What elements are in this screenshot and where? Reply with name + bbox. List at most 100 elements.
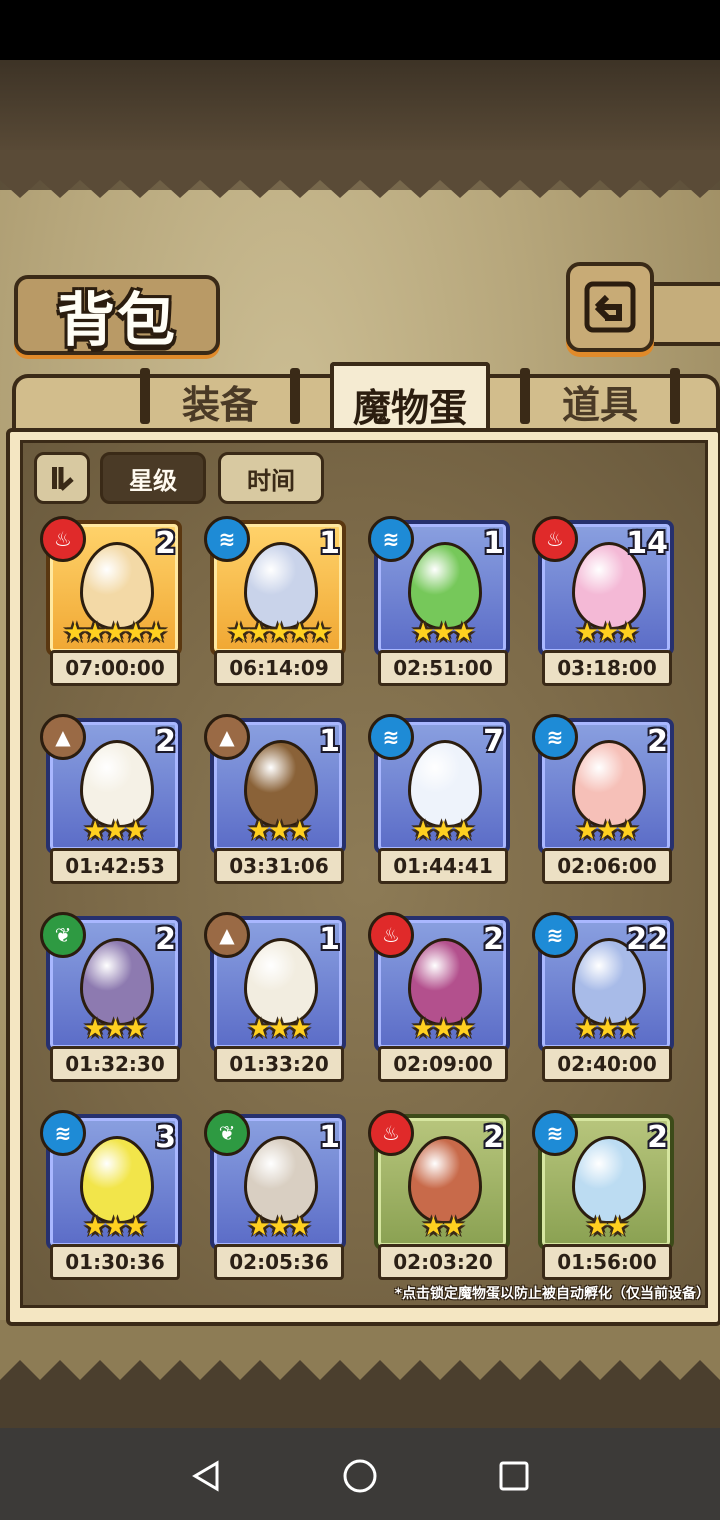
star-rating: ★★★ bbox=[374, 816, 510, 846]
egg-card[interactable]: ▲ 1 ★★★ 03:31:06 bbox=[204, 714, 346, 884]
egg-count: 22 bbox=[626, 922, 668, 957]
tab-separator bbox=[670, 368, 680, 424]
hatch-timer: 02:51:00 bbox=[378, 650, 508, 686]
egg-card[interactable]: ≋ 2 ★★★ 02:06:00 bbox=[532, 714, 674, 884]
star-icon: ★ bbox=[124, 816, 147, 846]
star-icon: ★ bbox=[616, 618, 639, 648]
hatch-timer: 02:06:00 bbox=[542, 848, 672, 884]
egg-count: 2 bbox=[483, 922, 504, 957]
status-bar bbox=[0, 0, 720, 60]
hatch-timer: 06:14:09 bbox=[214, 650, 344, 686]
egg-card[interactable]: ❦ 1 ★★★ 02:05:36 bbox=[204, 1110, 346, 1280]
star-icon: ★ bbox=[606, 1212, 629, 1242]
egg-card[interactable]: ♨ 2 ★★ 02:03:20 bbox=[368, 1110, 510, 1280]
grass-element-icon: ❦ bbox=[40, 912, 86, 958]
star-icon: ★ bbox=[247, 816, 271, 846]
nav-recents-button[interactable] bbox=[494, 1456, 534, 1496]
hatch-timer: 01:30:36 bbox=[50, 1244, 180, 1280]
egg-card[interactable]: ≋ 2 ★★ 01:56:00 bbox=[532, 1110, 674, 1280]
earth-element-icon: ▲ bbox=[204, 912, 250, 958]
egg-card[interactable]: ≋ 3 ★★★ 01:30:36 bbox=[40, 1110, 182, 1280]
sort-by-star-button[interactable]: 星级 bbox=[100, 452, 206, 504]
egg-count: 1 bbox=[319, 922, 340, 957]
lock-hint: *点击锁定魔物蛋以防止被自动孵化（仅当前设备） bbox=[394, 1286, 710, 1302]
egg-card[interactable]: ≋ 1 ★★★ 02:51:00 bbox=[368, 516, 510, 686]
star-icon: ★ bbox=[585, 1212, 609, 1242]
egg-card[interactable]: ♨ 2 ★★★ 02:09:00 bbox=[368, 912, 510, 1082]
tab-separator bbox=[520, 368, 530, 424]
star-icon: ★ bbox=[124, 1212, 147, 1242]
nav-back-button[interactable] bbox=[186, 1456, 226, 1496]
nav-home-button[interactable] bbox=[340, 1456, 380, 1496]
star-rating: ★★★ bbox=[210, 1212, 346, 1242]
egg-card[interactable]: ≋ 22 ★★★ 02:40:00 bbox=[532, 912, 674, 1082]
egg-count: 14 bbox=[626, 526, 668, 561]
star-rating: ★★★ bbox=[374, 1014, 510, 1044]
star-rating: ★★★ bbox=[538, 618, 674, 648]
fire-element-icon: ♨ bbox=[368, 1110, 414, 1156]
star-icon: ★ bbox=[452, 618, 475, 648]
star-icon: ★ bbox=[103, 1014, 127, 1044]
earth-element-icon: ▲ bbox=[40, 714, 86, 760]
recents-square-icon bbox=[499, 1461, 529, 1491]
fire-element-icon: ♨ bbox=[532, 516, 578, 562]
page-title: 背包 bbox=[56, 286, 177, 354]
star-icon: ★ bbox=[595, 1014, 619, 1044]
star-icon: ★ bbox=[267, 1014, 291, 1044]
star-icon: ★ bbox=[421, 1212, 445, 1242]
star-icon: ★ bbox=[83, 618, 107, 648]
star-rating: ★★ bbox=[374, 1212, 510, 1242]
sort-order-button[interactable] bbox=[34, 452, 90, 504]
egg-card[interactable]: ≋ 7 ★★★ 01:44:41 bbox=[368, 714, 510, 884]
star-icon: ★ bbox=[267, 1212, 291, 1242]
star-rating: ★★★ bbox=[538, 1014, 674, 1044]
egg-card[interactable]: ≋ 1 ★★★★★ 06:14:09 bbox=[204, 516, 346, 686]
egg-count: 3 bbox=[155, 1120, 176, 1155]
star-icon: ★ bbox=[411, 816, 435, 846]
water-element-icon: ≋ bbox=[40, 1110, 86, 1156]
water-element-icon: ≋ bbox=[532, 1110, 578, 1156]
water-element-icon: ≋ bbox=[204, 516, 250, 562]
star-rating: ★★ bbox=[538, 1212, 674, 1242]
star-rating: ★★★ bbox=[210, 1014, 346, 1044]
egg-count: 2 bbox=[155, 922, 176, 957]
star-icon: ★ bbox=[103, 816, 127, 846]
star-icon: ★ bbox=[267, 618, 291, 648]
zigzag-border-bottom bbox=[0, 1320, 720, 1430]
star-icon: ★ bbox=[411, 618, 435, 648]
hatch-timer: 02:40:00 bbox=[542, 1046, 672, 1082]
egg-card[interactable]: ❦ 2 ★★★ 01:32:30 bbox=[40, 912, 182, 1082]
star-rating: ★★★ bbox=[374, 618, 510, 648]
egg-card[interactable]: ♨ 2 ★★★★★ 07:00:00 bbox=[40, 516, 182, 686]
star-icon: ★ bbox=[575, 618, 599, 648]
fire-element-icon: ♨ bbox=[40, 516, 86, 562]
egg-count: 2 bbox=[155, 724, 176, 759]
star-rating: ★★★ bbox=[210, 816, 346, 846]
tab-separator bbox=[140, 368, 150, 424]
star-icon: ★ bbox=[595, 618, 619, 648]
sort-by-time-button[interactable]: 时间 bbox=[218, 452, 324, 504]
star-icon: ★ bbox=[442, 1212, 465, 1242]
egg-card[interactable]: ▲ 1 ★★★ 01:33:20 bbox=[204, 912, 346, 1082]
star-icon: ★ bbox=[288, 816, 311, 846]
star-icon: ★ bbox=[452, 1014, 475, 1044]
egg-count: 1 bbox=[483, 526, 504, 561]
hatch-timer: 01:33:20 bbox=[214, 1046, 344, 1082]
egg-count: 2 bbox=[483, 1120, 504, 1155]
star-icon: ★ bbox=[616, 816, 639, 846]
back-triangle-icon bbox=[192, 1460, 219, 1492]
hatch-timer: 03:18:00 bbox=[542, 650, 672, 686]
star-icon: ★ bbox=[308, 618, 331, 648]
star-icon: ★ bbox=[83, 816, 107, 846]
egg-card[interactable]: ♨ 14 ★★★ 03:18:00 bbox=[532, 516, 674, 686]
egg-count: 2 bbox=[647, 724, 668, 759]
egg-card[interactable]: ▲ 2 ★★★ 01:42:53 bbox=[40, 714, 182, 884]
star-icon: ★ bbox=[144, 618, 167, 648]
star-icon: ★ bbox=[63, 618, 86, 648]
tab-equipment[interactable]: 装备 bbox=[150, 368, 290, 434]
title-plate: 背包 bbox=[14, 275, 220, 355]
star-icon: ★ bbox=[431, 816, 455, 846]
hatch-timer: 01:44:41 bbox=[378, 848, 508, 884]
back-button[interactable] bbox=[566, 262, 654, 352]
tab-items[interactable]: 道具 bbox=[530, 368, 670, 434]
